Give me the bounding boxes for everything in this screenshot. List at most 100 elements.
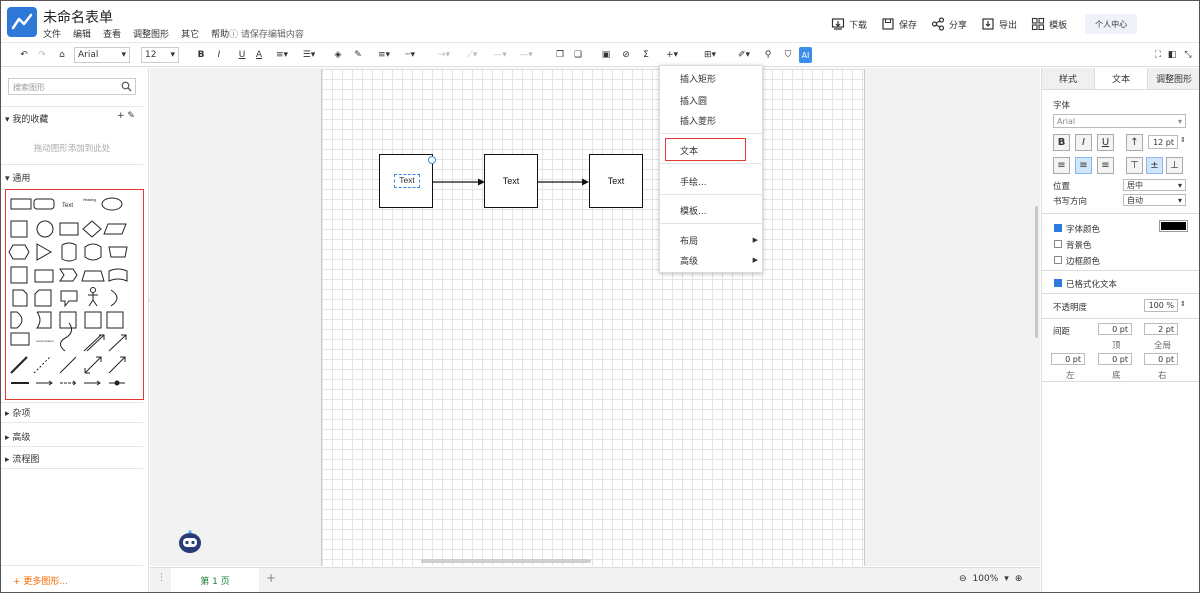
diagram-page[interactable] [321,69,865,566]
personal-center-button[interactable]: 个人中心 [1085,14,1138,34]
more-shapes-link[interactable]: + 更多图形... [13,574,68,587]
bold-icon[interactable]: B [195,47,207,63]
italic-icon[interactable]: I [213,47,225,63]
node-1-text[interactable]: Text [394,175,420,185]
tab-style[interactable]: 样式 [1042,68,1094,89]
line-color-icon[interactable]: ✎ [351,47,365,63]
shape-palette[interactable]: Text Heading Lorem Ipsum [7,191,140,397]
menu-item-insert-rectangle[interactable]: 插入矩形 [660,69,764,87]
stepper-icon[interactable]: ⇕ [1180,300,1186,308]
font-color-icon[interactable]: A [253,47,265,63]
zoom-level-select[interactable]: 100% [973,574,999,584]
add-page-icon[interactable]: + [266,571,276,585]
menu-item-template[interactable]: 模板... [660,201,764,219]
pages-menu-icon[interactable]: ⋮ [157,573,166,583]
advanced-section-header[interactable]: ▸ 高级 [5,430,30,443]
font-size-select[interactable]: 12 ▾ [141,47,179,63]
link-icon[interactable]: ⊘ [619,47,633,63]
menu-item-freehand[interactable]: 手绘... [660,172,764,190]
border-color-checkbox[interactable] [1054,256,1062,264]
stepper-icon[interactable]: ⇕ [1180,136,1186,144]
align-middle-button[interactable]: ± [1146,157,1163,174]
favorites-section-header[interactable]: ▾ 我的收藏 [5,112,48,125]
vertical-scrollbar[interactable] [1035,206,1038,338]
image-icon[interactable]: ▣ [599,47,613,63]
list-icon[interactable]: ☰▾ [298,47,320,63]
background-color-checkbox[interactable] [1054,240,1062,248]
tab-text[interactable]: 文本 [1094,68,1148,89]
align-icon[interactable]: ≡▾ [271,47,293,63]
menu-extras[interactable]: 其它 [181,27,199,40]
align-left-button[interactable]: ≡ [1053,157,1070,174]
underline-button[interactable]: U [1097,134,1114,151]
insert-icon[interactable]: +▾ [661,47,683,63]
menu-item-insert-circle[interactable]: 插入圆 [660,91,764,109]
line-style-icon[interactable]: ┄▾ [399,47,421,63]
italic-button[interactable]: I [1075,134,1092,151]
to-back-icon[interactable]: ❏ [571,47,585,63]
menu-item-advanced[interactable]: 高级 ▶ [660,251,764,269]
template-button[interactable]: 模板 [1031,17,1067,31]
shirt-icon[interactable]: ⛉ [781,47,795,63]
undo-icon[interactable]: ↶ [17,47,31,63]
menu-view[interactable]: 查看 [103,27,121,40]
font-size-increase-icon[interactable]: ↑ [1126,134,1143,151]
align-right-button[interactable]: ≡ [1097,157,1114,174]
spacing-bottom-field[interactable]: 0 pt [1098,353,1132,365]
line-width-icon[interactable]: ≡▾ [373,47,395,63]
menu-edit[interactable]: 编辑 [73,27,91,40]
align-top-button[interactable]: ⊤ [1126,157,1143,174]
menu-item-insert-diamond[interactable]: 插入菱形 [660,111,764,129]
font-color-checkbox[interactable] [1054,224,1062,232]
menu-arrange[interactable]: 调整图形 [133,27,169,40]
menu-item-layout[interactable]: 布局 ▶ [660,231,764,249]
format-panel-icon[interactable]: ◧ [1165,47,1179,63]
spacing-top-field[interactable]: 0 pt [1098,323,1132,335]
line-start-icon[interactable]: —▾ [489,47,511,63]
shape-search-input[interactable]: 搜索图形 [8,78,136,95]
tab-arrange[interactable]: 调整图形 [1148,68,1199,89]
misc-section-header[interactable]: ▸ 杂项 [5,406,30,419]
connector-icon[interactable]: →▾ [433,47,455,63]
font-color-swatch[interactable] [1159,220,1188,232]
font-select[interactable]: Arial ▾ [1053,114,1186,128]
table-icon[interactable]: ⊞▾ [699,47,721,63]
line-end-icon[interactable]: —▾ [515,47,537,63]
favorites-add-icon[interactable]: + ✎ [117,111,135,121]
waypoint-icon[interactable]: ⟋▾ [461,47,483,63]
flowchart-section-header[interactable]: ▸ 流程图 [5,452,39,465]
ai-button[interactable]: AI [799,47,812,63]
zoom-in-icon[interactable]: ⊕ [1015,574,1023,584]
font-size-field[interactable]: 12 pt [1148,135,1178,149]
bold-button[interactable]: B [1053,134,1070,151]
general-section-header[interactable]: ▾ 通用 [5,171,30,184]
menu-help[interactable]: 帮助 [211,27,229,40]
redo-icon[interactable]: ↷ [35,47,49,63]
menu-file[interactable]: 文件 [43,27,61,40]
document-title[interactable]: 未命名表单 [43,7,113,27]
rotate-handle-icon[interactable] [428,156,436,164]
position-select[interactable]: 居中 ▾ [1123,179,1186,191]
direction-select[interactable]: 自动 ▾ [1123,194,1186,206]
underline-icon[interactable]: U [236,47,248,63]
download-button[interactable]: 下载 [831,17,867,31]
collapse-icon[interactable]: ⤡ [1181,47,1195,63]
assistant-robot-icon[interactable] [177,529,203,555]
save-button[interactable]: 保存 [881,17,917,31]
spacing-global-field[interactable]: 2 pt [1144,323,1178,335]
font-family-select[interactable]: Arial ▾ [74,47,130,63]
align-bottom-button[interactable]: ⊥ [1166,157,1183,174]
to-front-icon[interactable]: ❐ [553,47,567,63]
spacing-left-field[interactable]: 0 pt [1051,353,1085,365]
fill-color-icon[interactable]: ◈ [331,47,345,63]
formatted-text-checkbox[interactable] [1054,279,1062,287]
fullscreen-icon[interactable]: ⛶ [1151,47,1165,63]
format-painter-icon[interactable]: ⌂ [55,47,69,63]
opacity-field[interactable]: 100 % [1144,299,1178,312]
search-icon[interactable] [121,81,132,92]
share-button[interactable]: 分享 [931,17,967,31]
formula-icon[interactable]: Σ [639,47,653,63]
horizontal-scrollbar[interactable] [421,559,591,563]
zoom-out-icon[interactable]: ⊖ [959,574,967,584]
align-center-button[interactable]: ≡ [1075,157,1092,174]
